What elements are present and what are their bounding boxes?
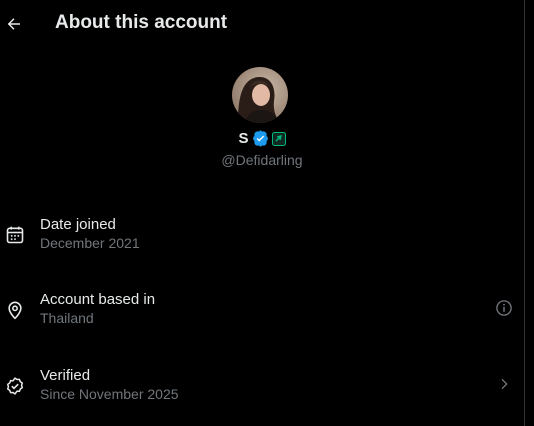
display-name: S — [238, 130, 249, 147]
account-based-in-row: Account based in Thailand — [0, 291, 524, 341]
verified-details-button[interactable] — [494, 374, 514, 394]
verified-value: Since November 2025 — [40, 386, 179, 402]
verified-badge-icon[interactable] — [252, 130, 269, 147]
user-handle: @Defidarling — [221, 152, 303, 168]
date-joined-value: December 2021 — [40, 235, 140, 251]
verified-row[interactable]: Verified Since November 2025 — [0, 367, 524, 417]
chevron-right-icon — [501, 378, 508, 390]
back-button[interactable] — [2, 8, 26, 40]
calendar-icon — [6, 226, 24, 244]
info-icon — [496, 300, 512, 316]
verified-label: Verified — [40, 367, 91, 384]
arrow-left-icon — [7, 18, 20, 30]
date-joined-label: Date joined — [40, 216, 116, 233]
verified-check-icon — [7, 377, 23, 395]
page-header: About this account — [0, 0, 524, 48]
date-joined-row: Date joined December 2021 — [0, 216, 524, 266]
name-row: S — [0, 130, 524, 147]
affiliate-badge-icon[interactable] — [271, 131, 286, 146]
location-pin-icon — [8, 301, 22, 320]
info-button[interactable] — [494, 298, 514, 318]
account-based-in-value: Thailand — [40, 310, 94, 326]
avatar[interactable] — [232, 67, 288, 123]
account-based-in-label: Account based in — [40, 291, 156, 308]
page-title: About this account — [55, 12, 228, 33]
panel-divider — [524, 0, 534, 426]
